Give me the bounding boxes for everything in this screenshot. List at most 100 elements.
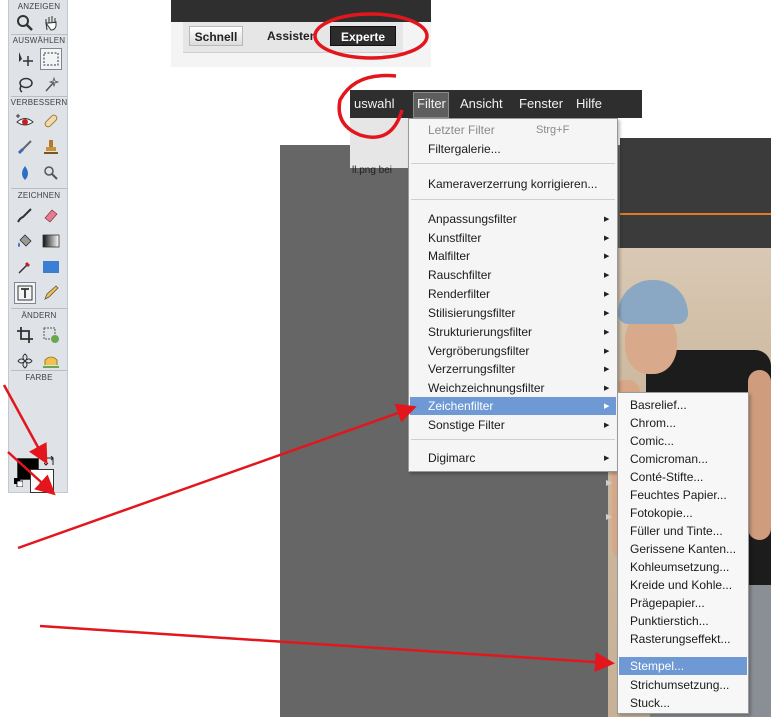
- submenu-item-plaster[interactable]: Prägepapier...: [630, 596, 705, 610]
- clone-stamp-tool[interactable]: [40, 136, 62, 158]
- mode-quick-button[interactable]: Schnell: [189, 26, 243, 46]
- submenu-item-graphic-pen[interactable]: Strichumsetzung...: [630, 678, 729, 692]
- crop-icon: [17, 327, 33, 343]
- rectangle-shape-icon: [43, 261, 59, 273]
- submenu-item-charcoal[interactable]: Kohleumsetzung...: [630, 560, 729, 574]
- recompose-tool[interactable]: [40, 324, 62, 346]
- background-color-swatch[interactable]: [30, 469, 54, 493]
- crop-tool[interactable]: [14, 324, 36, 346]
- submenu-arrow-icon: ▶: [604, 216, 610, 223]
- pencil-icon: [44, 285, 59, 300]
- menu-item-distort[interactable]: Verzerrungsfilter: [428, 362, 515, 376]
- menu-item-other[interactable]: Sonstige Filter: [428, 418, 505, 432]
- submenu-item-bas-relief[interactable]: Basrelief...: [630, 398, 687, 412]
- chevron-right-icon: ▶: [606, 512, 613, 521]
- hand-tool[interactable]: [40, 12, 62, 34]
- hand-icon: [45, 16, 57, 31]
- filter-menu: Letzter Filter Strg+F Filtergalerie... K…: [408, 118, 618, 472]
- shortcut-last-filter: Strg+F: [536, 124, 570, 136]
- magic-wand-icon: [45, 76, 60, 92]
- menu-select[interactable]: uswahl: [354, 96, 394, 111]
- menu-item-noise[interactable]: Rauschfilter: [428, 268, 491, 282]
- menu-item-brush-strokes[interactable]: Malfilter: [428, 249, 470, 263]
- swap-colors-icon[interactable]: [44, 456, 55, 467]
- submenu-item-chalk-charcoal[interactable]: Kreide und Kohle...: [630, 578, 732, 592]
- menu-item-texture[interactable]: Strukturierungsfilter: [428, 325, 532, 339]
- type-tool[interactable]: [14, 282, 36, 304]
- options-panel: [620, 138, 771, 248]
- menu-window[interactable]: Fenster: [519, 96, 563, 111]
- magic-wand-tool[interactable]: [40, 74, 62, 96]
- eyedropper-tool[interactable]: [14, 256, 36, 278]
- lasso-tool[interactable]: [14, 74, 36, 96]
- menu-item-blur[interactable]: Weichzeichnungsfilter: [428, 381, 545, 395]
- menu-item-camera-distortion[interactable]: Kameraverzerrung korrigieren...: [428, 177, 597, 191]
- mode-guided-button[interactable]: Assistent: [265, 26, 317, 46]
- red-eye-tool[interactable]: [14, 110, 36, 132]
- menu-item-digimarc[interactable]: Digimarc: [428, 451, 475, 465]
- submenu-item-comic[interactable]: Comic...: [630, 434, 674, 448]
- menu-item-adjustments[interactable]: Anpassungsfilter: [428, 212, 517, 226]
- marquee-icon: [43, 52, 59, 66]
- default-colors-icon[interactable]: [14, 478, 23, 487]
- submenu-item-note-paper[interactable]: Feuchtes Papier...: [630, 488, 727, 502]
- smart-brush-tool[interactable]: [14, 136, 36, 158]
- move-tool[interactable]: [14, 48, 36, 70]
- menu-filter[interactable]: Filter: [417, 96, 446, 111]
- pencil-tool[interactable]: [40, 282, 62, 304]
- menu-item-pixelate[interactable]: Vergröberungsfilter: [428, 344, 529, 358]
- water-drop-icon: [22, 166, 28, 180]
- menu-view[interactable]: Ansicht: [460, 96, 503, 111]
- submenu-item-reticulation[interactable]: Punktierstich...: [630, 614, 709, 628]
- submenu-item-chrome[interactable]: Chrom...: [630, 416, 676, 430]
- menu-item-filter-gallery[interactable]: Filtergalerie...: [428, 142, 501, 156]
- cookie-cutter-tool[interactable]: [14, 350, 36, 372]
- submenu-item-pen-and-ink[interactable]: Füller und Tinte...: [630, 524, 723, 538]
- gradient-tool[interactable]: [40, 230, 62, 252]
- healing-brush-tool[interactable]: [40, 110, 62, 132]
- move-icon: [19, 52, 33, 66]
- submenu-arrow-icon: ▶: [604, 235, 610, 242]
- shape-tool[interactable]: [40, 256, 62, 278]
- submenu-item-conte-crayon[interactable]: Conté-Stifte...: [630, 470, 703, 484]
- mode-expert-button[interactable]: Experte: [330, 26, 396, 46]
- submenu-arrow-icon: ▶: [604, 403, 610, 410]
- magnifier-small-icon: [44, 166, 58, 180]
- straighten-tool[interactable]: [40, 350, 62, 372]
- section-label-draw: ZEICHNEN: [17, 191, 61, 200]
- tool-palette: ANZEIGEN AUSWÄHLEN VERBESSERN ZEICHNEN Ä…: [8, 0, 68, 493]
- document-tab-label[interactable]: ll.png bei: [352, 165, 392, 176]
- paint-bucket-icon: [18, 234, 32, 247]
- submenu-item-stucco[interactable]: Stuck...: [630, 696, 670, 710]
- menu-item-stylize[interactable]: Stilisierungsfilter: [428, 306, 515, 320]
- menu-item-last-filter[interactable]: Letzter Filter: [428, 123, 495, 137]
- menu-help[interactable]: Hilfe: [576, 96, 602, 111]
- menu-item-render[interactable]: Renderfilter: [428, 287, 490, 301]
- submenu-item-halftone[interactable]: Rasterungseffekt...: [630, 632, 731, 646]
- submenu-arrow-icon: ▶: [604, 385, 610, 392]
- paint-bucket-tool[interactable]: [14, 230, 36, 252]
- stamp-icon: [44, 140, 58, 154]
- menu-item-sketch[interactable]: Zeichenfilter: [428, 399, 493, 413]
- blur-tool[interactable]: [14, 162, 36, 184]
- submenu-arrow-icon: ▶: [604, 455, 610, 462]
- submenu-item-torn-edges[interactable]: Gerissene Kanten...: [630, 542, 736, 556]
- bandage-icon: [44, 114, 58, 128]
- submenu-item-photocopy[interactable]: Fotokopie...: [630, 506, 693, 520]
- zoom-tool[interactable]: [14, 12, 36, 34]
- submenu-arrow-icon: ▶: [604, 253, 610, 260]
- eraser-tool[interactable]: [40, 204, 62, 226]
- sponge-tool[interactable]: [40, 162, 62, 184]
- submenu-arrow-icon: ▶: [604, 291, 610, 298]
- active-tab-indicator: [620, 213, 771, 215]
- section-label-color: FARBE: [25, 373, 53, 382]
- section-label-view: ANZEIGEN: [17, 2, 61, 11]
- brush-tool[interactable]: [14, 204, 36, 226]
- rectangular-marquee-tool[interactable]: [40, 48, 62, 70]
- menu-item-artistic[interactable]: Kunstfilter: [428, 231, 481, 245]
- menu-bar: uswahl Filter Ansicht Fenster Hilfe: [350, 90, 642, 118]
- submenu-item-stamp[interactable]: Stempel...: [630, 659, 684, 673]
- straighten-icon: [43, 356, 59, 368]
- submenu-item-graphic-novel[interactable]: Comicroman...: [630, 452, 708, 466]
- flower-icon: [17, 353, 33, 369]
